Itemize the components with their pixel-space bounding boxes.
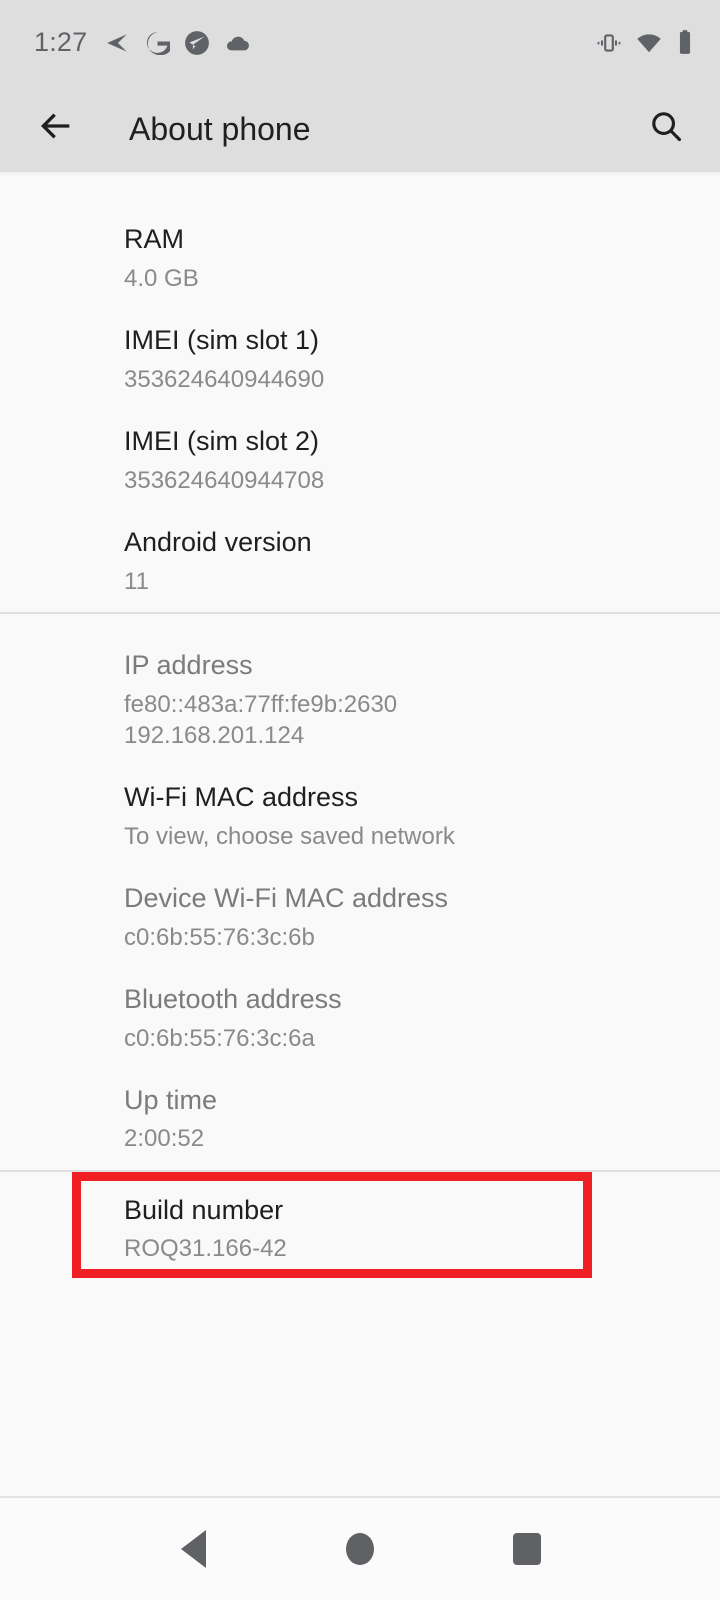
list-item-value: fe80::483a:77ff:fe9b:2630 [124,690,398,718]
telegram-icon [184,30,210,56]
nav-home-button[interactable] [320,1509,400,1589]
list-item-title: RAM [124,224,184,254]
status-bar-left: 1:27 [34,29,251,56]
app-bar: About phone [0,85,720,172]
list-item-ip-address[interactable]: IP address fe80::483a:77ff:fe9b:2630 192… [0,634,720,766]
list-item-android-version[interactable]: Android version 11 [0,511,720,612]
search-button[interactable] [638,101,694,157]
build-number-section: Build number ROQ31.166-42 [0,1171,720,1287]
about-phone-list[interactable]: RAM 4.0 GB IMEI (sim slot 1) 35362464094… [0,172,720,1496]
list-item-value: c0:6b:55:76:3c:6b [124,923,315,951]
nav-back-button[interactable] [153,1509,233,1589]
list-item-title: IP address [124,649,253,680]
search-icon [647,107,685,150]
google-g-icon [145,30,171,55]
list-item-title: Up time [124,1084,218,1115]
triangle-back-icon [180,1530,206,1568]
list-item-up-time[interactable]: Up time 2:00:52 [0,1069,720,1170]
nav-recents-button[interactable] [487,1509,567,1589]
list-item-value: ROQ31.166-42 [124,1235,287,1263]
status-bar: 1:27 [0,0,720,85]
list-item-title: IMEI (sim slot 2) [124,425,320,456]
list-item-build-number[interactable]: Build number ROQ31.166-42 [0,1172,720,1287]
list-item-wifi-mac-address[interactable]: Wi-Fi MAC address To view, choose saved … [0,766,720,867]
arrow-back-icon [36,106,76,151]
list-item-value: 2:00:52 [124,1125,205,1153]
cloud-icon [224,29,251,56]
list-item-device-wifi-mac-address[interactable]: Device Wi-Fi MAC address c0:6b:55:76:3c:… [0,867,720,968]
list-item-value: 353624640944690 [124,365,325,393]
list-item-value: To view, choose saved network [124,822,455,850]
list-item-bluetooth-address[interactable]: Bluetooth address c0:6b:55:76:3c:6a [0,968,720,1069]
list-item-title: Android version [124,526,312,557]
list-item-imei-sim-1[interactable]: IMEI (sim slot 1) 353624640944690 [0,309,720,410]
vibrate-icon [596,30,622,56]
list-item-value: 353624640944708 [124,466,325,494]
list-item-value: c0:6b:55:76:3c:6a [124,1024,315,1052]
square-recents-icon [512,1533,541,1565]
status-bar-right [596,29,694,56]
list-item-value-secondary: 192.168.201.124 [124,721,305,749]
wifi-icon [636,30,662,56]
back-button[interactable] [28,101,84,157]
list-item-title: Build number [124,1194,284,1225]
list-item-title: Bluetooth address [124,983,342,1014]
list-item-imei-sim-2[interactable]: IMEI (sim slot 2) 353624640944708 [0,410,720,511]
list-item-value: 4.0 GB [124,264,199,292]
circle-home-icon [345,1533,374,1565]
phone-screen: 1:27 About phone RAM 4.0 GB IMEI (sim sl… [0,0,720,1600]
send-icon [105,30,131,56]
list-item-title: Device Wi-Fi MAC address [124,882,449,913]
list-item-title: Wi-Fi MAC address [124,781,359,812]
battery-icon [676,29,694,56]
status-clock: 1:27 [34,27,88,57]
page-title: About phone [129,110,311,147]
navigation-bar [0,1496,720,1600]
list-item-value: 11 [124,567,149,595]
list-item-title: IMEI (sim slot 1) [124,324,320,355]
list-item-ram[interactable]: RAM 4.0 GB [0,208,720,309]
